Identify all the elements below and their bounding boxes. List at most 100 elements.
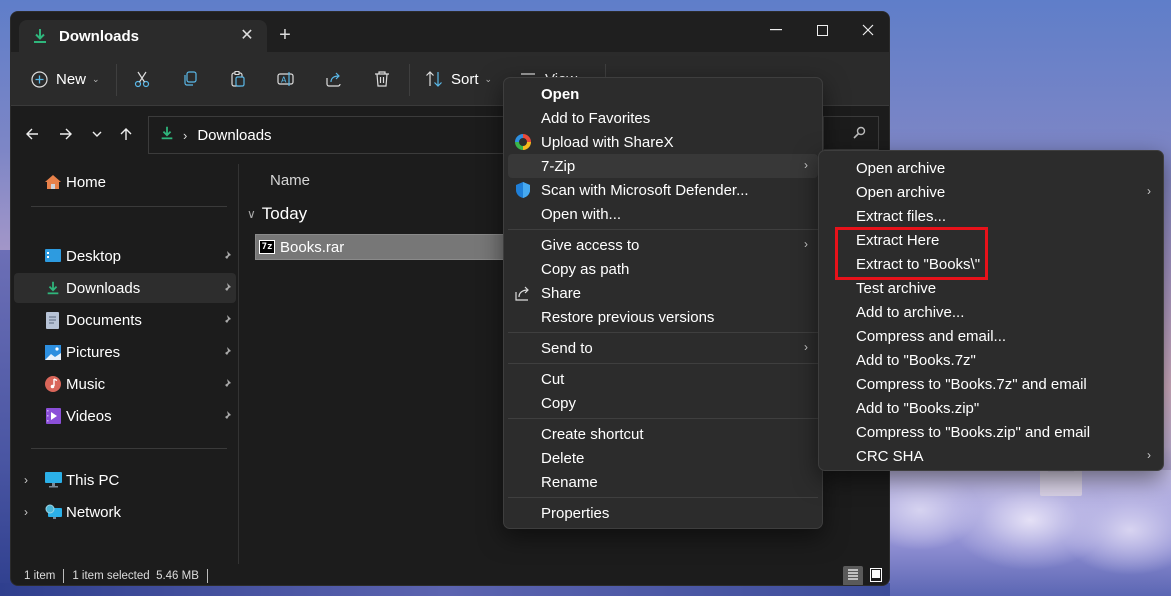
menu-item-add-to-archive[interactable]: Add to archive... (823, 300, 1161, 324)
menu-item-cut[interactable]: Cut (508, 367, 818, 391)
rename-button[interactable]: A (277, 65, 295, 93)
large-icons-view-button[interactable] (866, 566, 886, 585)
sidebar-item-home[interactable]: Home (14, 167, 236, 197)
menu-item-open-archive-sub[interactable]: Open archive › (823, 180, 1161, 204)
menu-label: Compress to "Books.zip" and email (856, 423, 1091, 441)
sharex-icon (514, 133, 532, 151)
menu-item-compress-zip-email[interactable]: Compress to "Books.zip" and email (823, 420, 1161, 444)
menu-label: Restore previous versions (541, 308, 715, 326)
cut-icon (133, 70, 151, 88)
sidebar-item-videos[interactable]: Videos (14, 401, 236, 431)
large-icons-view-icon (870, 567, 882, 585)
search-input[interactable] (823, 116, 879, 150)
chevron-right-icon: › (804, 158, 808, 172)
sidebar-item-network[interactable]: › Network (14, 497, 236, 527)
forward-button[interactable] (54, 122, 78, 146)
menu-item-send-to[interactable]: Send to › (508, 336, 818, 360)
menu-item-open-with[interactable]: Open with... (508, 202, 818, 226)
sidebar-item-this-pc[interactable]: › This PC (14, 465, 236, 495)
chevron-right-icon[interactable]: › (24, 505, 28, 519)
chevron-down-icon: ⌄ (484, 73, 493, 84)
menu-item-extract-files[interactable]: Extract files... (823, 204, 1161, 228)
menu-item-copy-as-path[interactable]: Copy as path (508, 257, 818, 281)
menu-item-add-to-zip[interactable]: Add to "Books.zip" (823, 396, 1161, 420)
menu-item-restore-versions[interactable]: Restore previous versions (508, 305, 818, 329)
menu-item-compress-7z-email[interactable]: Compress to "Books.7z" and email (823, 372, 1161, 396)
pin-icon[interactable] (220, 313, 232, 330)
menu-item-test-archive[interactable]: Test archive (823, 276, 1161, 300)
sidebar-label: Network (66, 503, 122, 521)
music-icon (44, 375, 62, 393)
sidebar-item-downloads[interactable]: Downloads (14, 273, 236, 303)
sidebar-label: This PC (66, 471, 120, 489)
menu-separator (508, 229, 818, 230)
menu-label: Share (541, 284, 582, 302)
recent-locations-button[interactable] (85, 122, 109, 146)
maximize-button[interactable] (799, 16, 845, 44)
sidebar-label: Pictures (66, 343, 121, 361)
pin-icon[interactable] (220, 377, 232, 394)
share-icon (325, 70, 343, 88)
menu-item-copy[interactable]: Copy (508, 391, 818, 415)
menu-item-delete[interactable]: Delete (508, 446, 818, 470)
close-window-button[interactable] (845, 16, 889, 44)
chevron-right-icon[interactable]: › (24, 473, 28, 487)
menu-label: Add to "Books.7z" (856, 351, 976, 369)
delete-icon (373, 70, 391, 88)
pictures-icon (44, 343, 62, 361)
menu-item-7zip[interactable]: 7-Zip › (508, 154, 818, 178)
breadcrumb-downloads[interactable]: Downloads (197, 127, 271, 144)
pin-icon[interactable] (220, 345, 232, 362)
new-tab-button[interactable]: + (273, 24, 297, 48)
menu-label: Open with... (541, 205, 622, 223)
menu-item-create-shortcut[interactable]: Create shortcut (508, 422, 818, 446)
minimize-button[interactable] (753, 16, 799, 44)
sidebar-item-documents[interactable]: Documents (14, 305, 236, 335)
cut-button[interactable] (133, 65, 151, 93)
tab-downloads[interactable]: Downloads ✕ (19, 20, 267, 52)
details-view-button[interactable] (843, 566, 863, 585)
close-tab-icon[interactable]: ✕ (237, 26, 257, 46)
menu-item-compress-email[interactable]: Compress and email... (823, 324, 1161, 348)
menu-label: Properties (541, 504, 610, 522)
new-button[interactable]: New ⌄ (31, 65, 100, 93)
sidebar-label: Music (66, 375, 106, 393)
sort-label: Sort (451, 70, 479, 88)
paste-button[interactable] (229, 65, 247, 93)
menu-item-open-archive[interactable]: Open archive (823, 156, 1161, 180)
menu-item-add-to-7z[interactable]: Add to "Books.7z" (823, 348, 1161, 372)
menu-label: Rename (541, 473, 598, 491)
copy-button[interactable] (181, 65, 199, 93)
details-view-icon (847, 568, 859, 585)
menu-item-scan-defender[interactable]: Scan with Microsoft Defender... (508, 178, 818, 202)
column-header-name[interactable]: Name (270, 172, 310, 189)
menu-item-extract-here[interactable]: Extract Here (823, 228, 1161, 252)
sidebar-item-desktop[interactable]: Desktop (14, 241, 236, 271)
menu-item-open[interactable]: Open (508, 82, 818, 106)
copy-icon (181, 70, 199, 88)
share-button[interactable] (325, 65, 343, 93)
menu-item-give-access[interactable]: Give access to › (508, 233, 818, 257)
menu-item-upload-sharex[interactable]: Upload with ShareX (508, 130, 818, 154)
add-circle-icon (31, 70, 48, 88)
delete-button[interactable] (373, 65, 391, 93)
menu-item-share[interactable]: Share (508, 281, 818, 305)
menu-item-extract-to-books[interactable]: Extract to "Books\" (823, 252, 1161, 276)
sidebar-item-music[interactable]: Music (14, 369, 236, 399)
menu-item-add-to-favorites[interactable]: Add to Favorites (508, 106, 818, 130)
chevron-down-icon: ⌄ (92, 73, 100, 84)
menu-item-properties[interactable]: Properties (508, 501, 818, 525)
menu-label: CRC SHA (856, 447, 924, 465)
menu-item-rename[interactable]: Rename (508, 470, 818, 494)
file-row[interactable]: 7z Books.rar (255, 234, 515, 260)
up-button[interactable] (114, 122, 138, 146)
pin-icon[interactable] (220, 281, 232, 298)
back-button[interactable] (20, 122, 44, 146)
group-header-today[interactable]: ∨ Today (247, 204, 307, 224)
pin-icon[interactable] (220, 249, 232, 266)
sidebar-item-pictures[interactable]: Pictures (14, 337, 236, 367)
pin-icon[interactable] (220, 409, 232, 426)
sort-button[interactable]: Sort ⌄ (425, 65, 492, 93)
menu-label: Send to (541, 339, 593, 357)
menu-item-crc-sha[interactable]: CRC SHA › (823, 444, 1161, 468)
